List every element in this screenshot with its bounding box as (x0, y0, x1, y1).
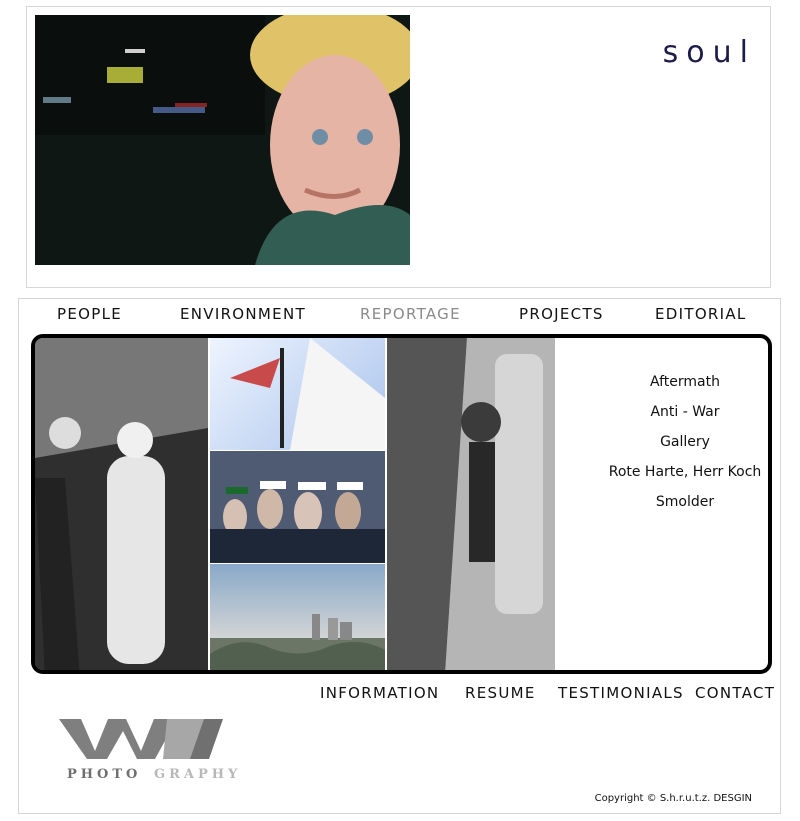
police-photo (210, 451, 385, 563)
footer-testimonials[interactable]: TESTIMONIALS (558, 684, 684, 702)
nav-environment[interactable]: ENVIRONMENT (180, 305, 306, 323)
nav-people[interactable]: PEOPLE (57, 305, 122, 323)
copyright-text: Copyright © S.h.r.u.t.z. DESGIN (594, 793, 752, 804)
gallery-item-anti-war[interactable]: Anti - War (605, 404, 765, 420)
train-photo (387, 338, 555, 670)
gallery-item-aftermath[interactable]: Aftermath (605, 374, 765, 390)
nav-reportage[interactable]: REPORTAGE (360, 305, 461, 323)
content-panel: PEOPLE ENVIRONMENT REPORTAGE PROJECTS ED… (18, 298, 781, 814)
gallery-frame: Aftermath Anti - War Gallery Rote Harte,… (31, 334, 772, 674)
logo-text-graphy: GRAPHY (154, 767, 241, 782)
footer-contact[interactable]: CONTACT (695, 684, 775, 702)
gallery-item-gallery[interactable]: Gallery (605, 434, 765, 450)
footer-information[interactable]: INFORMATION (320, 684, 439, 702)
flag-building-photo (210, 338, 385, 450)
crowd-photo (35, 338, 208, 670)
gallery-item-smolder[interactable]: Smolder (605, 494, 765, 510)
city-photo (210, 564, 385, 670)
header-panel: soul (26, 6, 771, 288)
logo-text-photo: PHOTO (67, 767, 141, 782)
hero-photo (35, 15, 410, 265)
gallery-item-rote-harte-herr-koch[interactable]: Rote Harte, Herr Koch (605, 464, 765, 480)
footer-resume[interactable]: RESUME (465, 684, 536, 702)
nav-projects[interactable]: PROJECTS (519, 305, 604, 323)
nav-editorial[interactable]: EDITORIAL (655, 305, 747, 323)
site-title: soul (662, 35, 756, 70)
logo: PHOTO GRAPHY (59, 719, 241, 782)
